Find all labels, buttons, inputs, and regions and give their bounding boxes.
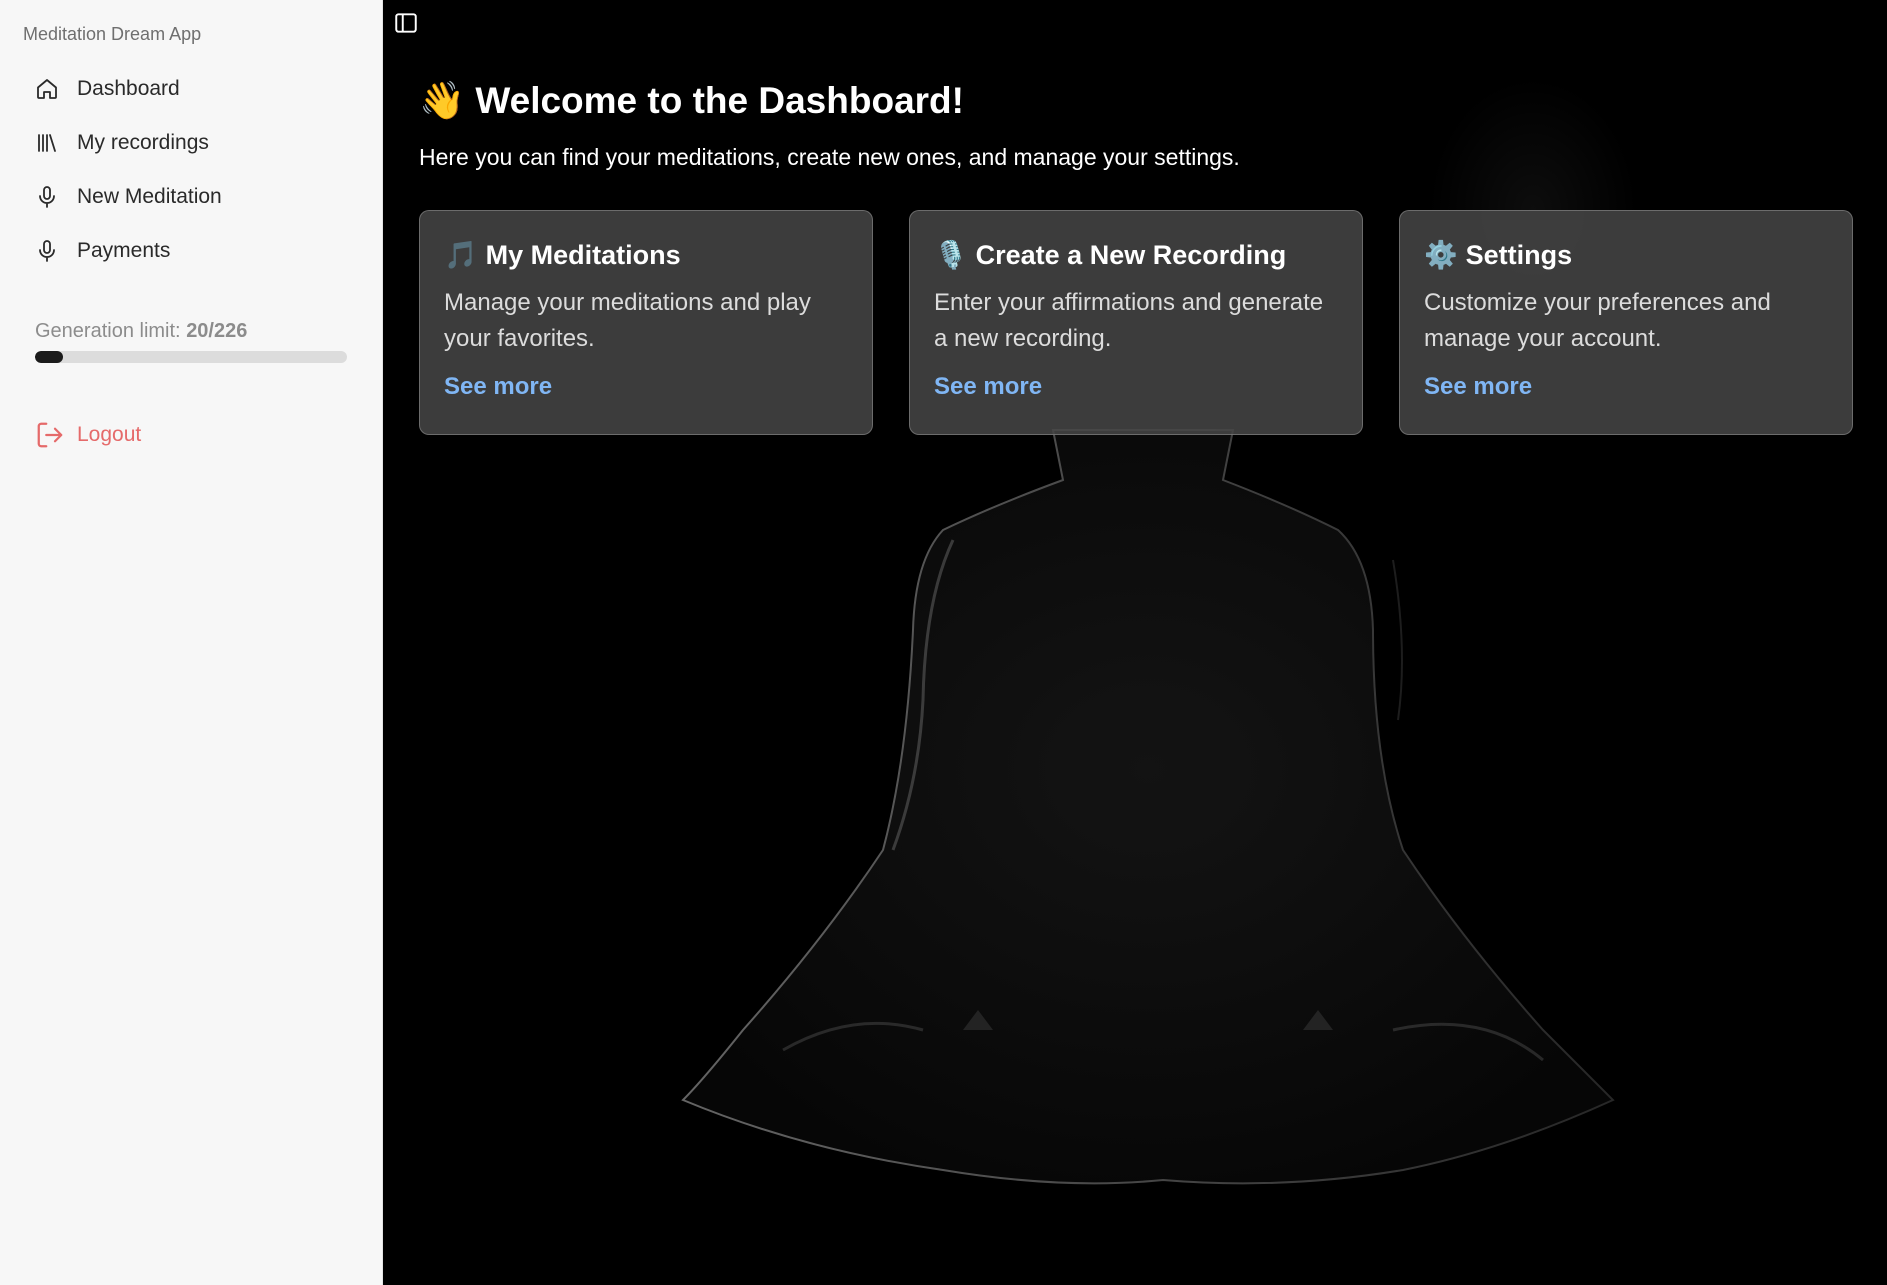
logout-label: Logout	[77, 423, 142, 446]
card-title: Settings	[1465, 239, 1573, 270]
dashboard-cards: 🎵 My Meditations Manage your meditations…	[419, 210, 1853, 435]
generation-limit: Generation limit: 20/226	[35, 320, 347, 363]
meditation-silhouette-image	[681, 429, 1615, 1185]
main-content: 👋 Welcome to the Dashboard! Here you can…	[383, 0, 1887, 1285]
card-title: Create a New Recording	[975, 239, 1287, 270]
microphone-icon	[34, 184, 60, 210]
generation-limit-bar	[35, 351, 347, 363]
library-icon	[34, 130, 60, 156]
welcome-title: Welcome to the Dashboard!	[475, 80, 964, 121]
app-root: Meditation Dream App Dashboard My record…	[0, 0, 1887, 1285]
sidebar-item-new-meditation[interactable]: New Meditation	[24, 170, 360, 224]
logout-button[interactable]: Logout	[35, 420, 141, 450]
sidebar-item-label: Payments	[77, 239, 171, 262]
card-my-meditations: 🎵 My Meditations Manage your meditations…	[419, 210, 873, 435]
card-create-recording: 🎙️ Create a New Recording Enter your aff…	[909, 210, 1363, 435]
music-note-icon: 🎵	[444, 240, 478, 270]
page-subtitle: Here you can find your meditations, crea…	[419, 144, 1240, 170]
card-settings: ⚙️ Settings Customize your preferences a…	[1399, 210, 1853, 435]
see-more-link[interactable]: See more	[934, 373, 1042, 401]
generation-limit-fill	[35, 351, 63, 363]
see-more-link[interactable]: See more	[444, 373, 552, 401]
generation-limit-label: Generation limit:	[35, 320, 181, 342]
sidebar-item-label: My recordings	[77, 131, 209, 154]
microphone-icon: 🎙️	[934, 240, 968, 270]
sidebar-item-label: New Meditation	[77, 185, 222, 208]
sidebar-item-dashboard[interactable]: Dashboard	[24, 62, 360, 116]
sidebar: Meditation Dream App Dashboard My record…	[0, 0, 383, 1285]
sidebar-item-label: Dashboard	[77, 77, 180, 100]
gear-icon: ⚙️	[1424, 240, 1458, 270]
card-description: Enter your affirmations and generate a n…	[934, 289, 1324, 352]
app-title: Meditation Dream App	[23, 24, 202, 44]
generation-limit-value: 20/226	[186, 320, 248, 342]
sidebar-toggle-icon[interactable]	[393, 10, 419, 36]
sidebar-item-my-recordings[interactable]: My recordings	[24, 116, 360, 170]
see-more-link[interactable]: See more	[1424, 373, 1532, 401]
wave-icon: 👋	[419, 80, 466, 121]
card-title: My Meditations	[485, 239, 681, 270]
sidebar-nav: Dashboard My recordings New Meditation P…	[24, 62, 360, 278]
microphone-icon	[34, 238, 60, 264]
sidebar-item-payments[interactable]: Payments	[24, 224, 360, 278]
page-title: 👋 Welcome to the Dashboard!	[419, 80, 964, 123]
home-icon	[34, 76, 60, 102]
logout-icon	[35, 420, 65, 450]
card-description: Customize your preferences and manage yo…	[1424, 289, 1771, 352]
card-description: Manage your meditations and play your fa…	[444, 289, 811, 352]
